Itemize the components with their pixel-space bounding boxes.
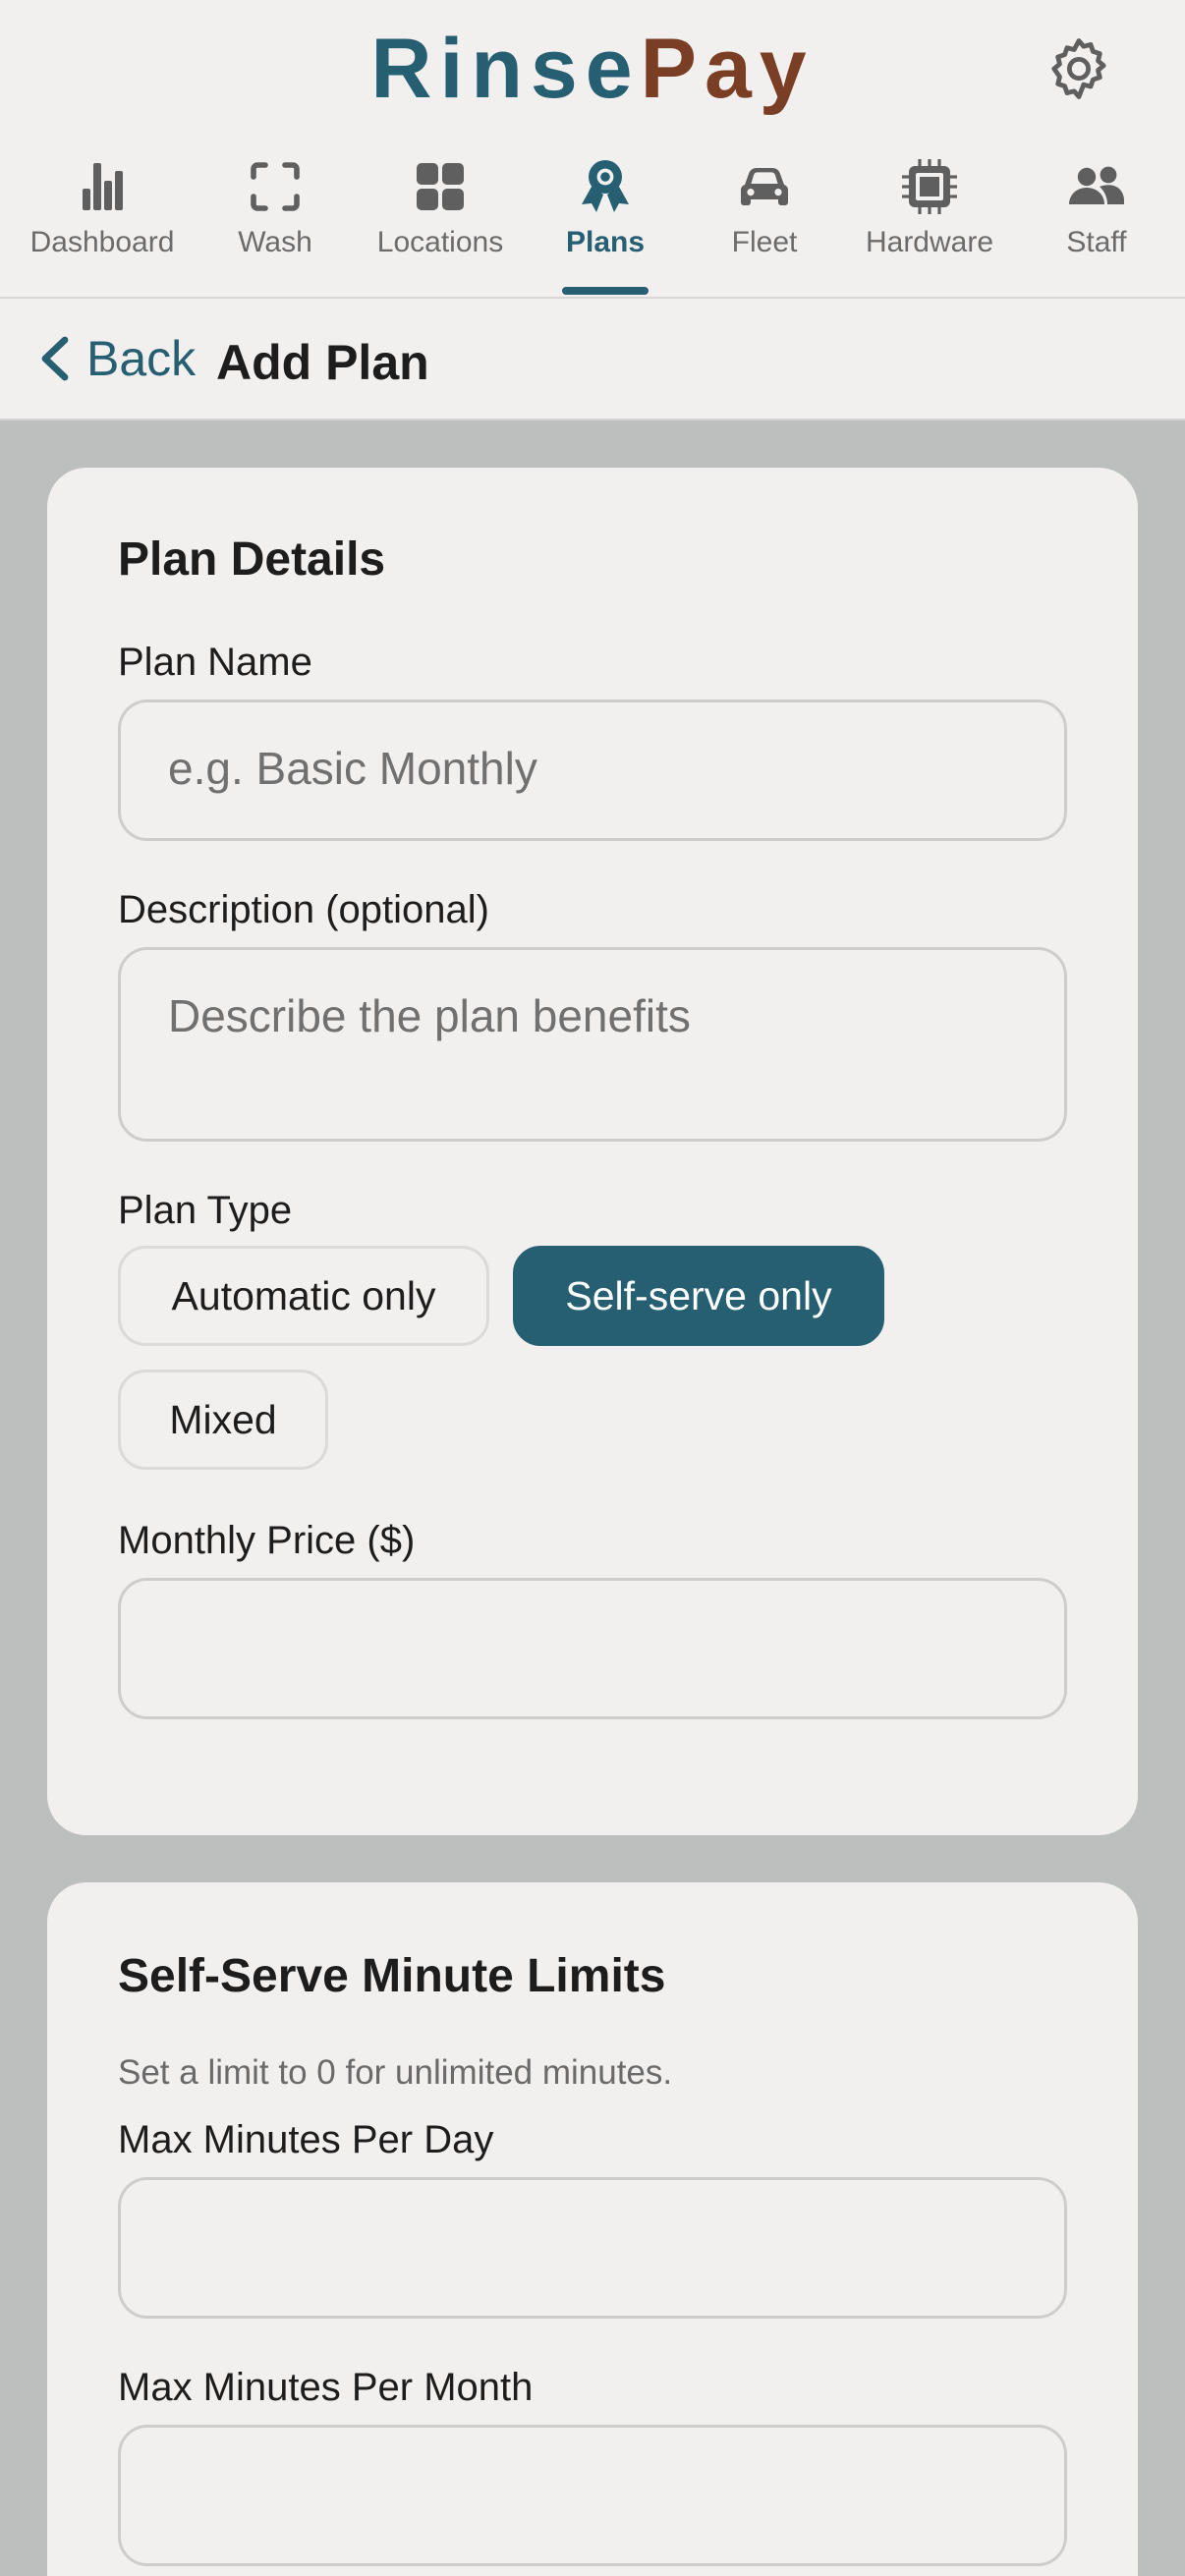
plan-type-automatic-option[interactable]: Automatic only xyxy=(118,1246,489,1346)
nav-label-staff: Staff xyxy=(1066,226,1127,258)
gear-icon[interactable] xyxy=(1044,33,1114,104)
bar-chart-icon xyxy=(83,163,123,210)
plan-type-self-serve-option[interactable]: Self-serve only xyxy=(513,1246,884,1346)
plan-name-label: Plan Name xyxy=(118,641,312,684)
nav-item-fleet[interactable]: Fleet xyxy=(696,147,833,297)
nav-label-fleet: Fleet xyxy=(731,226,798,258)
award-icon xyxy=(582,160,629,212)
nav-label-plans: Plans xyxy=(565,226,646,258)
plan-details-heading: Plan Details xyxy=(118,533,386,586)
minute-limits-hint: Set a limit to 0 for unlimited minutes. xyxy=(118,2053,673,2092)
chevron-left-icon xyxy=(41,336,69,381)
minute-limits-card: Self-Serve Minute Limits Set a limit to … xyxy=(47,1882,1138,2576)
users-icon xyxy=(1069,166,1124,204)
car-icon xyxy=(741,168,788,205)
nav-item-locations[interactable]: Locations xyxy=(364,147,517,297)
back-button[interactable]: Back xyxy=(37,324,196,393)
plan-details-card: Plan Details Plan Name e.g. Basic Monthl… xyxy=(47,468,1138,1835)
nav-item-hardware[interactable]: Hardware xyxy=(857,147,1002,297)
nav-label-dashboard: Dashboard xyxy=(29,226,175,258)
back-label: Back xyxy=(86,331,197,386)
nav-item-staff[interactable]: Staff xyxy=(1028,147,1165,297)
nav-item-plans[interactable]: Plans xyxy=(536,147,674,297)
sub-header: Back Add Plan xyxy=(0,299,1185,420)
brand-name-part1: Rinse xyxy=(370,22,641,116)
active-tab-indicator xyxy=(562,287,649,295)
description-placeholder: Describe the plan benefits xyxy=(168,990,691,1041)
plan-type-mixed-option[interactable]: Mixed xyxy=(118,1370,328,1470)
page-title: Add Plan xyxy=(216,335,429,390)
plan-name-placeholder: e.g. Basic Monthly xyxy=(168,743,537,794)
description-label: Description (optional) xyxy=(118,888,489,931)
brand-logo: RinsePay xyxy=(0,20,1185,118)
monthly-price-input[interactable] xyxy=(118,1578,1067,1719)
description-textarea[interactable]: Describe the plan benefits xyxy=(118,947,1067,1142)
chip-icon xyxy=(902,159,957,214)
nav-item-wash[interactable]: Wash xyxy=(206,147,344,297)
plan-name-input[interactable]: e.g. Basic Monthly xyxy=(118,700,1067,841)
brand-name-part2: Pay xyxy=(640,22,815,116)
scan-frame-icon xyxy=(251,162,300,211)
nav-label-wash: Wash xyxy=(238,226,312,258)
grid-icon xyxy=(417,163,464,210)
monthly-price-label: Monthly Price ($) xyxy=(118,1519,416,1562)
nav-label-hardware: Hardware xyxy=(865,226,994,258)
max-minutes-month-input[interactable] xyxy=(118,2425,1067,2566)
max-minutes-day-input[interactable] xyxy=(118,2177,1067,2319)
minute-limits-heading: Self-Serve Minute Limits xyxy=(118,1950,666,2002)
max-minutes-month-label: Max Minutes Per Month xyxy=(118,2366,534,2409)
nav-item-dashboard[interactable]: Dashboard xyxy=(14,147,191,297)
main-nav: Dashboard Wash Locations Plans Fleet Har… xyxy=(0,147,1185,297)
plan-type-label: Plan Type xyxy=(118,1189,293,1232)
nav-label-locations: Locations xyxy=(376,226,504,258)
max-minutes-day-label: Max Minutes Per Day xyxy=(118,2118,494,2161)
app-header: RinsePay Dashboard Wash Locations Plans … xyxy=(0,0,1185,299)
